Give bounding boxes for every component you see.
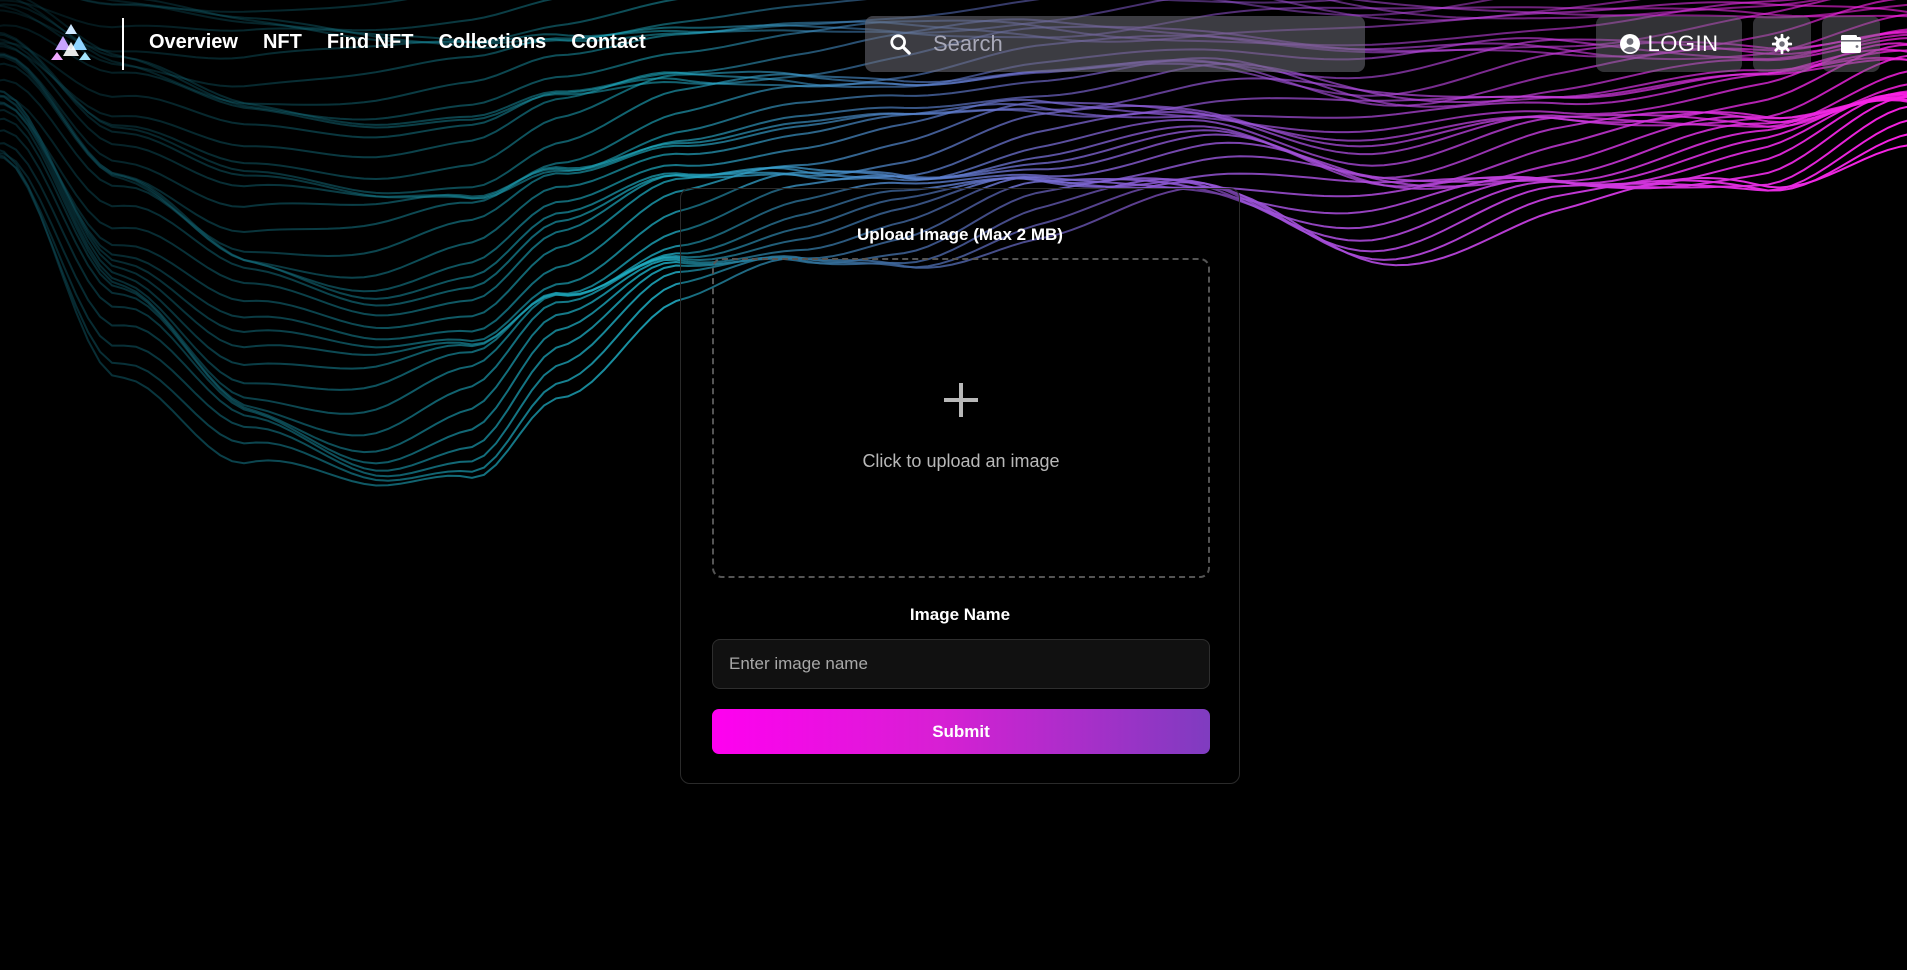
plus-icon — [944, 383, 978, 417]
header-divider — [122, 18, 124, 70]
dropzone-hint: Click to upload an image — [862, 451, 1060, 471]
search-input[interactable] — [933, 31, 1353, 57]
wallet-button[interactable] — [1822, 16, 1880, 72]
submit-button[interactable]: Submit — [712, 709, 1210, 754]
nav-nft[interactable]: NFT — [263, 31, 302, 54]
settings-button[interactable] — [1753, 16, 1811, 72]
search-box — [865, 16, 1365, 72]
search-icon[interactable] — [889, 33, 911, 55]
nav-collections[interactable]: Collections — [438, 31, 546, 54]
login-label: LOGIN — [1647, 31, 1719, 56]
image-upload-dropzone[interactable]: Click to upload an image — [712, 258, 1210, 578]
nav-find-nft[interactable]: Find NFT — [327, 31, 414, 54]
page-root: Overview NFT Find NFT Collections Contac… — [0, 0, 1907, 970]
main-nav: Overview NFT Find NFT Collections Contac… — [149, 31, 671, 54]
top-nav-bar: Overview NFT Find NFT Collections Contac… — [0, 0, 1907, 90]
upload-image-label: Upload Image (Max 2 MB) — [857, 225, 1063, 244]
login-button[interactable]: LOGIN — [1596, 16, 1742, 72]
nav-contact[interactable]: Contact — [571, 31, 645, 54]
wallet-icon — [1841, 35, 1861, 53]
user-circle-icon — [1619, 34, 1640, 54]
gear-icon — [1771, 33, 1793, 55]
nav-overview[interactable]: Overview — [149, 31, 238, 54]
upload-form-card: Upload Image (Max 2 MB) Click to upload … — [680, 188, 1240, 784]
image-name-label: Image Name — [909, 605, 1011, 624]
image-name-input[interactable] — [712, 639, 1210, 689]
app-logo-icon[interactable] — [49, 22, 93, 62]
